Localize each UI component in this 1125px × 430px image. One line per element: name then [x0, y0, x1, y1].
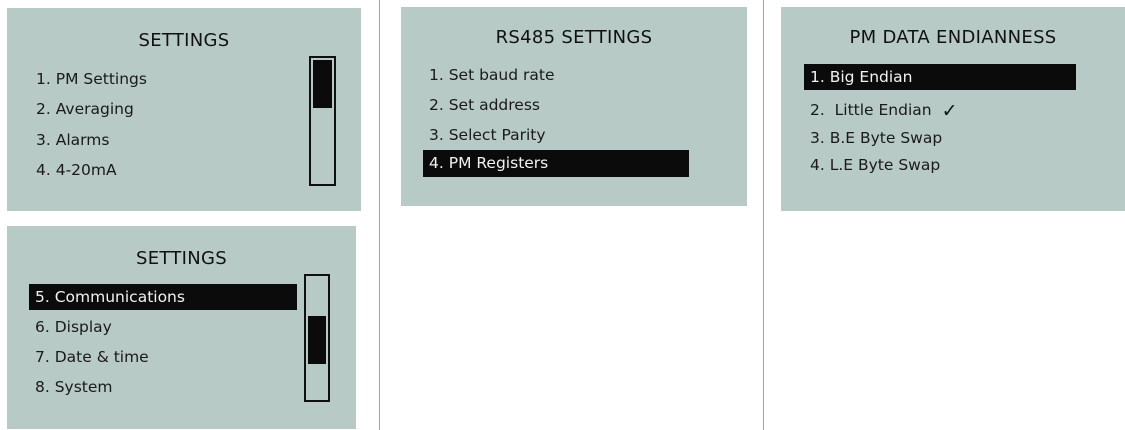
menu-item-select-parity[interactable]: 3. Select Parity: [429, 122, 546, 148]
menu-item-4-20ma[interactable]: 4. 4-20mA: [36, 157, 117, 183]
scrollbar-thumb[interactable]: [308, 316, 326, 364]
menu-item-date-time[interactable]: 7. Date & time: [35, 344, 149, 370]
menu-item-set-address[interactable]: 2. Set address: [429, 92, 540, 118]
menu-item-averaging[interactable]: 2. Averaging: [36, 96, 134, 122]
menu-item-big-endian[interactable]: 1. Big Endian: [804, 64, 1076, 90]
screen-title: RS485 SETTINGS: [495, 27, 653, 48]
menu-item-be-byte-swap[interactable]: 3. B.E Byte Swap: [810, 125, 942, 151]
settings-screen-page-2: SETTINGS 5. Communications 6. Display 7.…: [7, 226, 356, 429]
menu-item-pm-registers[interactable]: 4. PM Registers: [423, 150, 689, 177]
menu-item-alarms[interactable]: 3. Alarms: [36, 127, 109, 153]
screen-title: SETTINGS: [138, 30, 230, 51]
menu-item-display[interactable]: 6. Display: [35, 314, 112, 340]
screenshot-stage: SETTINGS 1. PM Settings 2. Averaging 3. …: [0, 0, 1125, 430]
screen-title: PM DATA ENDIANNESS: [849, 27, 1057, 48]
menu-item-communications[interactable]: 5. Communications: [29, 284, 297, 310]
panel-divider-left: [379, 0, 380, 430]
panel-divider-right: [763, 0, 764, 430]
menu-item-label: 2. Little Endian: [810, 101, 932, 119]
menu-item-le-byte-swap[interactable]: 4. L.E Byte Swap: [810, 152, 940, 178]
menu-item-little-endian[interactable]: 2. Little Endian ✓: [810, 97, 958, 123]
rs485-settings-screen: RS485 SETTINGS 1. Set baud rate 2. Set a…: [401, 7, 747, 206]
menu-item-system[interactable]: 8. System: [35, 374, 113, 400]
menu-item-pm-settings[interactable]: 1. PM Settings: [36, 66, 147, 92]
scrollbar[interactable]: [304, 274, 330, 402]
checkmark-icon: ✓: [941, 100, 958, 122]
menu-item-set-baud-rate[interactable]: 1. Set baud rate: [429, 62, 555, 88]
scrollbar[interactable]: [309, 56, 336, 186]
screen-title: SETTINGS: [135, 248, 228, 269]
settings-screen-page-1: SETTINGS 1. PM Settings 2. Averaging 3. …: [7, 8, 361, 211]
scrollbar-thumb[interactable]: [313, 60, 332, 108]
pm-data-endianness-screen: PM DATA ENDIANNESS 1. Big Endian 2. Litt…: [781, 7, 1125, 211]
